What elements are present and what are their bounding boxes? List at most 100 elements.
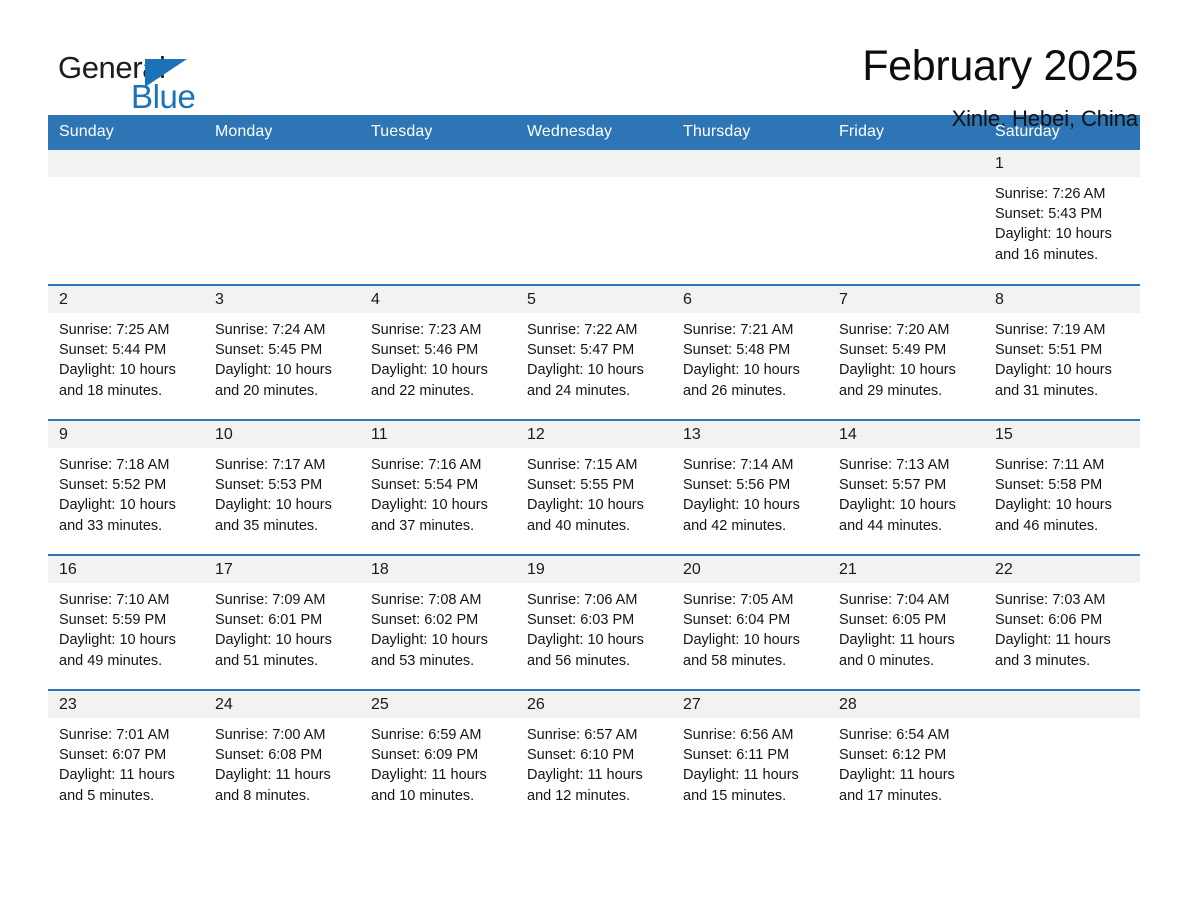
calendar-day-cell[interactable]: 26 Sunrise: 6:57 AM Sunset: 6:10 PM Dayligh… [516, 689, 672, 825]
calendar-day-cell-empty [360, 150, 516, 285]
calendar-day-cell[interactable]: 13 Sunrise: 7:14 AM Sunset: 5:56 PM Dayligh… [672, 419, 828, 555]
day-number: 21 [828, 556, 984, 583]
calendar-day-cell[interactable]: 10 Sunrise: 7:17 AM Sunset: 5:53 PM Dayligh… [204, 419, 360, 555]
sunset-text: Sunset: 5:46 PM [371, 342, 479, 359]
day-details: Sunrise: 7:10 AM Sunset: 5:59 PM Daylight:… [48, 583, 204, 671]
sunset-text: Sunset: 6:12 PM [839, 747, 947, 764]
sunrise-text: Sunrise: 6:57 AM [527, 727, 638, 743]
daylight-text: Daylight: 10 hours and 22 minutes. [371, 362, 488, 399]
day-details: Sunrise: 7:26 AM Sunset: 5:43 PM Daylight:… [984, 177, 1140, 265]
calendar-day-cell[interactable]: 11 Sunrise: 7:16 AM Sunset: 5:54 PM Dayligh… [360, 419, 516, 555]
sunrise-text: Sunrise: 7:23 AM [371, 322, 482, 338]
daylight-text: Daylight: 10 hours and 51 minutes. [215, 632, 332, 669]
calendar-day-cell-empty [204, 150, 360, 285]
day-number: 11 [360, 421, 516, 448]
daylight-text: Daylight: 10 hours and 24 minutes. [527, 362, 644, 399]
calendar-day-cell[interactable]: 14 Sunrise: 7:13 AM Sunset: 5:57 PM Dayligh… [828, 419, 984, 555]
calendar-day-cell-empty [984, 689, 1140, 825]
day-number: 7 [828, 286, 984, 313]
day-number: 5 [516, 286, 672, 313]
calendar-day-cell[interactable]: 21 Sunrise: 7:04 AM Sunset: 6:05 PM Dayligh… [828, 554, 984, 690]
sunset-text: Sunset: 5:51 PM [995, 342, 1103, 359]
sunrise-text: Sunrise: 7:16 AM [371, 457, 482, 473]
day-details: Sunrise: 7:06 AM Sunset: 6:03 PM Daylight:… [516, 583, 672, 671]
daylight-text: Daylight: 11 hours and 15 minutes. [683, 767, 799, 804]
day-details: Sunrise: 7:03 AM Sunset: 6:06 PM Daylight:… [984, 583, 1140, 671]
daylight-text: Daylight: 10 hours and 58 minutes. [683, 632, 800, 669]
sunset-text: Sunset: 5:45 PM [215, 342, 323, 359]
day-details: Sunrise: 7:22 AM Sunset: 5:47 PM Daylight:… [516, 313, 672, 401]
general-blue-logo: General Blue [48, 44, 248, 114]
day-details: Sunrise: 7:14 AM Sunset: 5:56 PM Daylight:… [672, 448, 828, 536]
weekday-header-tuesday: Tuesday [360, 115, 516, 150]
daylight-text: Daylight: 11 hours and 17 minutes. [839, 767, 955, 804]
calendar-day-cell[interactable]: 19 Sunrise: 7:06 AM Sunset: 6:03 PM Dayligh… [516, 554, 672, 690]
calendar-day-cell[interactable]: 27 Sunrise: 6:56 AM Sunset: 6:11 PM Dayligh… [672, 689, 828, 825]
calendar-body: 1 Sunrise: 7:26 AM Sunset: 5:43 PM Daylight… [48, 150, 1140, 825]
sunset-text: Sunset: 6:07 PM [59, 747, 167, 764]
day-number: 13 [672, 421, 828, 448]
day-number: 1 [984, 150, 1140, 177]
calendar-day-cell[interactable]: 16 Sunrise: 7:10 AM Sunset: 5:59 PM Dayligh… [48, 554, 204, 690]
calendar-day-cell[interactable]: 28 Sunrise: 6:54 AM Sunset: 6:12 PM Dayligh… [828, 689, 984, 825]
sunrise-text: Sunrise: 7:01 AM [59, 727, 170, 743]
sunrise-text: Sunrise: 7:06 AM [527, 592, 638, 608]
calendar-day-cell[interactable]: 7 Sunrise: 7:20 AM Sunset: 5:49 PM Daylight… [828, 284, 984, 420]
day-number: 22 [984, 556, 1140, 583]
sunrise-text: Sunrise: 7:25 AM [59, 322, 170, 338]
day-number: 10 [204, 421, 360, 448]
calendar-day-cell[interactable]: 6 Sunrise: 7:21 AM Sunset: 5:48 PM Daylight… [672, 284, 828, 420]
calendar-page: General Blue February 2025 Xinle, Hebei,… [0, 0, 1188, 918]
day-number: 15 [984, 421, 1140, 448]
sunset-text: Sunset: 6:08 PM [215, 747, 323, 764]
day-number: 19 [516, 556, 672, 583]
daylight-text: Daylight: 10 hours and 42 minutes. [683, 497, 800, 534]
calendar-day-cell[interactable]: 23 Sunrise: 7:01 AM Sunset: 6:07 PM Dayligh… [48, 689, 204, 825]
sunrise-text: Sunrise: 7:26 AM [995, 186, 1106, 202]
calendar-day-cell[interactable]: 24 Sunrise: 7:00 AM Sunset: 6:08 PM Dayligh… [204, 689, 360, 825]
calendar-day-cell[interactable]: 20 Sunrise: 7:05 AM Sunset: 6:04 PM Dayligh… [672, 554, 828, 690]
sunrise-text: Sunrise: 7:04 AM [839, 592, 950, 608]
day-number: 3 [204, 286, 360, 313]
sunrise-text: Sunrise: 7:11 AM [995, 457, 1105, 473]
day-number [48, 150, 204, 177]
day-details: Sunrise: 7:20 AM Sunset: 5:49 PM Daylight:… [828, 313, 984, 401]
day-number [360, 150, 516, 177]
daylight-text: Daylight: 11 hours and 12 minutes. [527, 767, 643, 804]
calendar-week-row: 2 Sunrise: 7:25 AM Sunset: 5:44 PM Daylight… [48, 284, 1140, 420]
day-details: Sunrise: 6:56 AM Sunset: 6:11 PM Daylight:… [672, 718, 828, 806]
calendar-day-cell[interactable]: 15 Sunrise: 7:11 AM Sunset: 5:58 PM Dayligh… [984, 419, 1140, 555]
calendar-day-cell[interactable]: 4 Sunrise: 7:23 AM Sunset: 5:46 PM Daylight… [360, 284, 516, 420]
calendar-day-cell[interactable]: 3 Sunrise: 7:24 AM Sunset: 5:45 PM Daylight… [204, 284, 360, 420]
calendar-day-cell-empty [828, 150, 984, 285]
day-details: Sunrise: 7:24 AM Sunset: 5:45 PM Daylight:… [204, 313, 360, 401]
calendar-day-cell[interactable]: 8 Sunrise: 7:19 AM Sunset: 5:51 PM Daylight… [984, 284, 1140, 420]
day-number: 12 [516, 421, 672, 448]
calendar-day-cell[interactable]: 17 Sunrise: 7:09 AM Sunset: 6:01 PM Dayligh… [204, 554, 360, 690]
weekday-header-sunday: Sunday [48, 115, 204, 150]
sunrise-text: Sunrise: 7:20 AM [839, 322, 950, 338]
calendar-day-cell[interactable]: 2 Sunrise: 7:25 AM Sunset: 5:44 PM Daylight… [48, 284, 204, 420]
day-details: Sunrise: 7:11 AM Sunset: 5:58 PM Daylight:… [984, 448, 1140, 536]
calendar-day-cell[interactable]: 9 Sunrise: 7:18 AM Sunset: 5:52 PM Daylight… [48, 419, 204, 555]
day-number [984, 691, 1140, 718]
day-number [672, 150, 828, 177]
calendar-day-cell[interactable]: 22 Sunrise: 7:03 AM Sunset: 6:06 PM Dayligh… [984, 554, 1140, 690]
sunrise-text: Sunrise: 7:13 AM [839, 457, 950, 473]
calendar-day-cell[interactable]: 1 Sunrise: 7:26 AM Sunset: 5:43 PM Daylight… [984, 150, 1140, 285]
daylight-text: Daylight: 10 hours and 26 minutes. [683, 362, 800, 399]
sunset-text: Sunset: 6:09 PM [371, 747, 479, 764]
title-block: February 2025 Xinle, Hebei, China [862, 43, 1140, 132]
daylight-text: Daylight: 10 hours and 18 minutes. [59, 362, 176, 399]
sunset-text: Sunset: 6:01 PM [215, 612, 323, 629]
calendar-day-cell[interactable]: 12 Sunrise: 7:15 AM Sunset: 5:55 PM Dayligh… [516, 419, 672, 555]
calendar-day-cell[interactable]: 18 Sunrise: 7:08 AM Sunset: 6:02 PM Dayligh… [360, 554, 516, 690]
sunrise-text: Sunrise: 7:00 AM [215, 727, 326, 743]
day-number: 26 [516, 691, 672, 718]
sunset-text: Sunset: 6:11 PM [683, 747, 790, 764]
calendar-day-cell[interactable]: 25 Sunrise: 6:59 AM Sunset: 6:09 PM Dayligh… [360, 689, 516, 825]
day-details: Sunrise: 7:25 AM Sunset: 5:44 PM Daylight:… [48, 313, 204, 401]
day-number: 18 [360, 556, 516, 583]
sunset-text: Sunset: 5:57 PM [839, 477, 947, 494]
calendar-day-cell[interactable]: 5 Sunrise: 7:22 AM Sunset: 5:47 PM Daylight… [516, 284, 672, 420]
